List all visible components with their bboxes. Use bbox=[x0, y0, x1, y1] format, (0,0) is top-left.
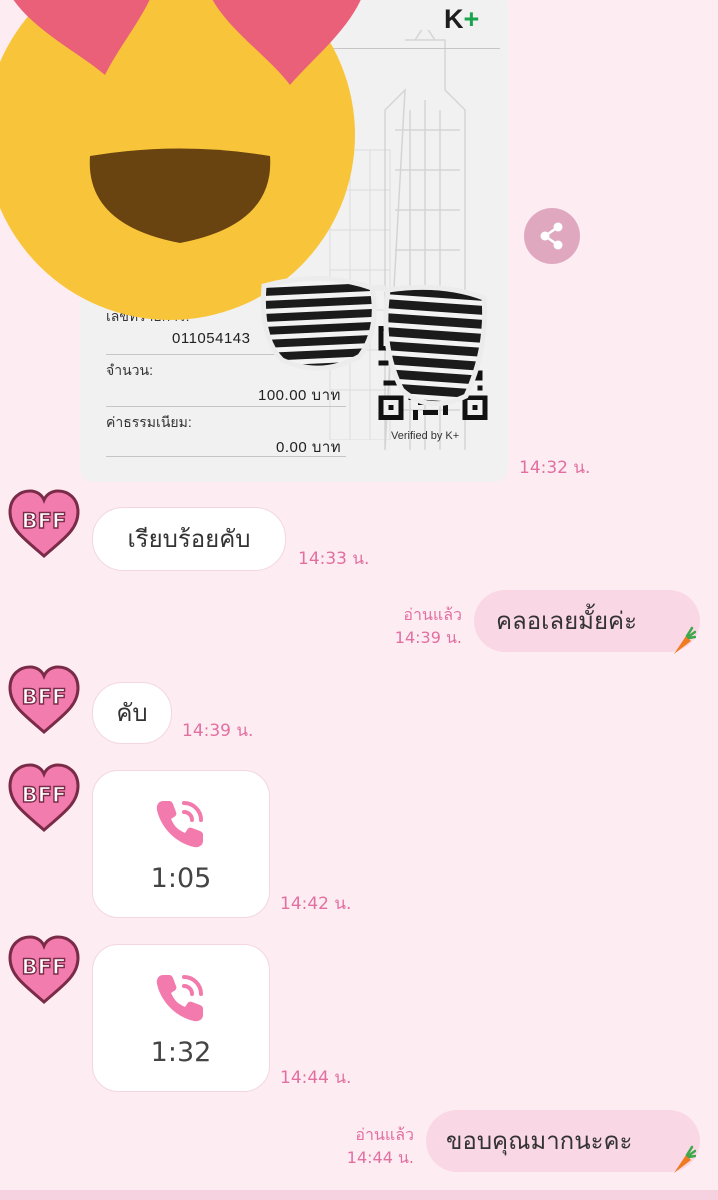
phone-call-icon bbox=[156, 801, 203, 848]
verified-by-label: Verified by K+ bbox=[391, 430, 460, 442]
bff-avatar[interactable]: BFF bbox=[6, 762, 82, 832]
read-receipt: อ่านแล้ว bbox=[355, 1125, 414, 1144]
bff-avatar[interactable]: BFF bbox=[6, 488, 82, 558]
message-time: 14:44 น. bbox=[346, 1148, 414, 1167]
bottom-edge-bar bbox=[0, 1190, 718, 1200]
slip-divider bbox=[106, 456, 346, 457]
message-time: 14:44 น. bbox=[280, 1068, 352, 1088]
message-time: 14:42 น. bbox=[280, 894, 352, 914]
message-bubble[interactable]: คลอเลยมั้ยค่ะ bbox=[474, 590, 700, 652]
message-time: 14:32 น. bbox=[519, 458, 591, 478]
carrot-sticker-icon bbox=[674, 1145, 696, 1173]
share-button[interactable] bbox=[524, 208, 580, 264]
avatar-label: BFF bbox=[22, 685, 67, 709]
kplus-logo: K+ bbox=[444, 4, 480, 34]
phone-call-icon bbox=[156, 975, 203, 1022]
fee-label: ค่าธรรมเนียม: bbox=[106, 414, 192, 430]
avatar-label: BFF bbox=[22, 955, 67, 979]
read-receipt: อ่านแล้ว bbox=[403, 605, 462, 624]
call-duration: 1:05 bbox=[150, 863, 212, 894]
transaction-id-value: 011054143 bbox=[172, 330, 251, 347]
carrot-sticker-icon bbox=[674, 626, 696, 654]
call-duration: 1:32 bbox=[150, 1037, 212, 1068]
avatar-label: BFF bbox=[22, 783, 67, 807]
share-icon bbox=[540, 222, 563, 250]
call-log-card[interactable]: 1:05 bbox=[92, 770, 270, 918]
bff-avatar[interactable]: BFF bbox=[6, 934, 82, 1004]
message-bubble[interactable]: ขอบคุณมากนะคะ bbox=[426, 1110, 700, 1172]
shutter-shades-sticker bbox=[260, 275, 488, 407]
message-time: 14:33 น. bbox=[298, 549, 370, 569]
message-time: 14:39 น. bbox=[182, 721, 254, 741]
message-time: 14:39 น. bbox=[394, 628, 462, 647]
avatar-label: BFF bbox=[22, 509, 67, 533]
bff-avatar[interactable]: BFF bbox=[6, 664, 82, 734]
message-bubble[interactable]: คับ bbox=[92, 682, 172, 744]
message-bubble[interactable]: เรียบร้อยคับ bbox=[92, 507, 286, 571]
call-log-card[interactable]: 1:32 bbox=[92, 944, 270, 1092]
amount-label: จำนวน: bbox=[106, 362, 153, 378]
